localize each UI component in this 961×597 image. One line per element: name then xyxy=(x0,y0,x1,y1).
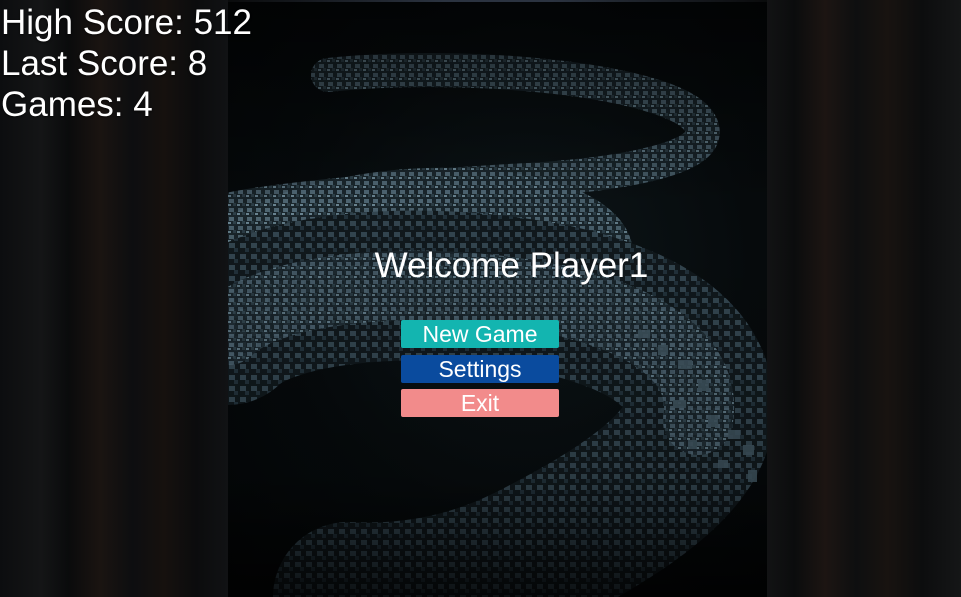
background-right-panel xyxy=(767,0,961,597)
top-edge-highlight xyxy=(228,0,767,2)
games-count-label: Games: 4 xyxy=(1,85,153,124)
exit-button[interactable]: Exit xyxy=(401,389,559,417)
last-score-label: Last Score: 8 xyxy=(1,44,208,83)
game-screen: High Score: 512 Last Score: 8 Games: 4 W… xyxy=(0,0,961,597)
settings-button[interactable]: Settings xyxy=(401,355,559,383)
new-game-button[interactable]: New Game xyxy=(401,320,559,348)
welcome-title: Welcome Player1 xyxy=(374,246,649,285)
high-score-label: High Score: 512 xyxy=(1,3,252,42)
serpent-background-image xyxy=(228,0,767,597)
